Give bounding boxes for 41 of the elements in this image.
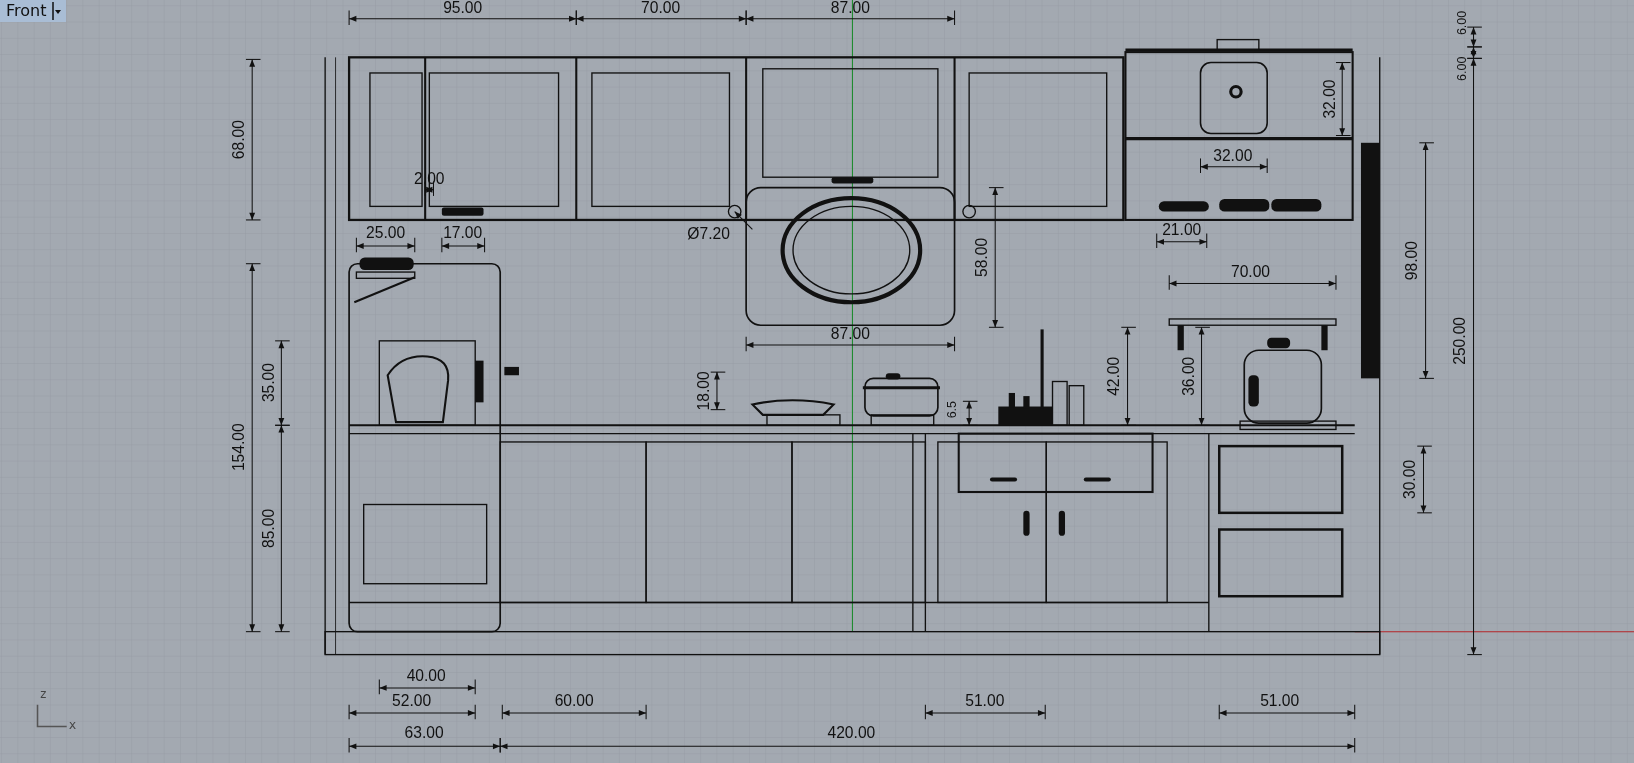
dimension-label: 250.00	[1451, 316, 1469, 365]
dimension-label: 98.00	[1403, 241, 1421, 281]
dimension-label: 70.00	[1230, 263, 1271, 281]
dimension-line	[962, 400, 978, 426]
caret-icon	[52, 1, 63, 20]
dimension-label: 95.00	[443, 0, 483, 16]
dimension-label: 52.00	[392, 691, 432, 709]
dimension-line	[710, 371, 726, 411]
dimension-label: 6.5	[944, 400, 959, 419]
dimension-label: 420.00	[827, 724, 876, 741]
dimension-line	[734, 211, 753, 230]
viewport-tab[interactable]: Front	[0, 0, 67, 22]
dimension-label: 60.00	[554, 691, 594, 709]
dimension-label: 58.00	[972, 237, 990, 277]
dimension-label: 68.00	[229, 120, 247, 160]
axis-indicator-icon	[36, 703, 68, 728]
dimension-label: 63.00	[404, 724, 444, 741]
dimension-label: 51.00	[965, 691, 1005, 709]
dimension-label: 85.00	[260, 508, 278, 549]
dimension-label: 32.00	[1320, 79, 1338, 119]
dimension-label: 154.00	[229, 423, 247, 472]
dimension-label: 6.00	[1455, 10, 1470, 36]
dimension-label: 17.00	[443, 223, 483, 241]
dimension-label: 70.00	[641, 0, 681, 16]
dimension-label: 35.00	[260, 363, 278, 403]
dimension-label: 21.00	[1162, 220, 1202, 238]
dimension-label: 32.00	[1213, 146, 1253, 164]
dimension-label: 30.00	[1401, 459, 1419, 500]
dimension-label: 42.00	[1105, 356, 1123, 396]
axis-label: x	[68, 716, 77, 732]
dimension-line	[441, 237, 486, 253]
dimension-label: 18.00	[694, 371, 712, 411]
dimension-label: Ø7.20	[687, 224, 730, 242]
dimension-label: 6.00	[1455, 56, 1470, 81]
axis-label: z	[39, 686, 48, 702]
dimension-label: 51.00	[1260, 691, 1300, 709]
dimension-label: 40.00	[406, 666, 446, 684]
dimension-label: 36.00	[1180, 356, 1198, 396]
dimension-line	[1416, 445, 1433, 514]
dimension-line	[355, 237, 416, 253]
dimension-label: 25.00	[366, 223, 406, 241]
